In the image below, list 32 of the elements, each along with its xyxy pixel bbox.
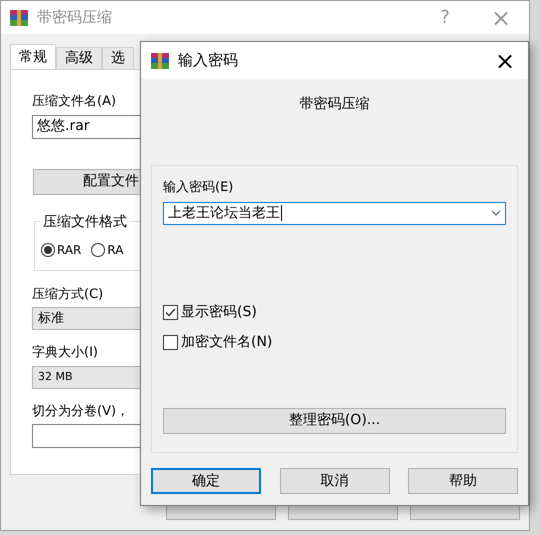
profiles-button[interactable]: 配置文件 [33,168,142,194]
radio-button[interactable] [91,242,106,256]
checkbox-label: 显示密码(S) [181,302,257,322]
password-label: 输入密码(E) [163,179,234,197]
tab[interactable]: 常规 [10,44,56,69]
radio-button[interactable] [41,242,55,256]
archive-icon [9,8,29,26]
password-value: 上老王论坛当老王 [168,205,282,221]
close-button[interactable]: × [482,42,528,78]
radio-label: RA [107,242,124,258]
dialog-button[interactable]: 取消 [280,468,390,494]
dialog-title: 输入密码 [178,50,238,72]
password-field[interactable]: 上老王论坛当老王 [163,202,506,224]
checkbox-label: 加密文件名(N) [181,332,272,352]
method-dropdown[interactable]: 标准 [32,307,142,330]
method-label: 压缩方式(C) [32,286,104,304]
dialog-button[interactable]: 确定 [151,468,261,494]
archive-icon [150,52,170,70]
radio-label: RAR [57,242,82,258]
organize-passwords-button[interactable]: 整理密码(O)... [163,408,506,434]
checkbox[interactable] [163,304,178,320]
dialog-subtitle: 带密码压缩 [300,95,370,114]
tab[interactable]: 高级 [56,47,102,69]
dictionary-label: 字典大小(I) [32,344,98,362]
checkbox[interactable] [163,334,178,350]
tab[interactable]: 选 [102,47,134,69]
split-label: 切分为分卷(V)， [32,402,130,420]
dictionary-dropdown[interactable]: 32 MB [32,366,142,388]
chevron-down-icon [491,210,501,216]
dialog-button[interactable]: 帮助 [408,468,518,494]
archive-name-label: 压缩文件名(A) [32,93,116,111]
window-title: 带密码压缩 [37,7,112,28]
